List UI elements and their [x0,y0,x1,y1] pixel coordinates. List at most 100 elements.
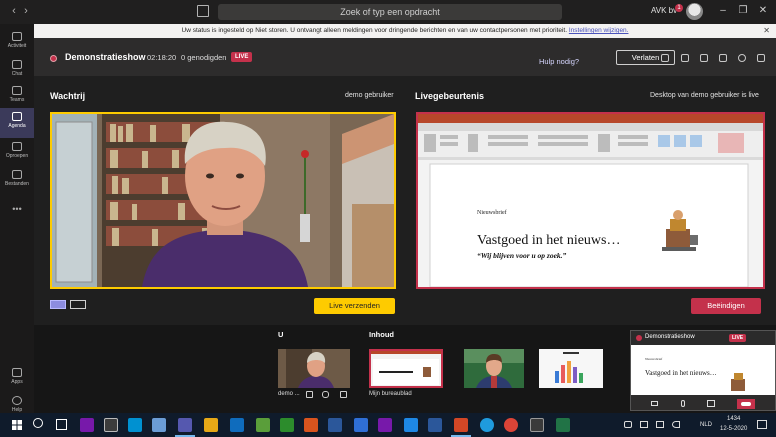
status-notification-bar: Uw status is ingesteld op Niet storen. U… [34,24,776,38]
desktop-thumbnail-caption: Mijn bureaublad [369,391,412,397]
remote-desktop-icon[interactable] [152,418,166,432]
participant-thumbnail[interactable] [464,349,524,388]
send-live-button[interactable]: Live verzenden [314,298,395,314]
window-app-icon[interactable] [530,418,544,432]
status-message: Uw status is ingesteld op Niet storen. U… [181,27,568,34]
calculator-icon[interactable] [280,418,294,432]
rail-item-apps[interactable]: Apps [0,364,34,394]
excel-icon[interactable] [556,418,570,432]
help-icon [12,396,22,405]
battery-icon[interactable] [656,421,664,428]
microphone-icon[interactable] [322,391,329,398]
store-icon[interactable] [128,418,142,432]
org-switcher[interactable]: AVK bv [651,6,677,15]
chrome-icon[interactable] [504,418,518,432]
input-language[interactable]: NLD [700,422,712,428]
apps-icon [12,368,22,377]
camera-icon[interactable] [306,391,313,398]
queue-video-feed[interactable] [50,112,396,289]
rail-item-files[interactable]: Bestanden [0,166,34,196]
live-badge: LIVE [231,52,253,62]
minimize-icon[interactable]: – [716,4,730,18]
slide-title: Vastgoed in het nieuws… [477,233,621,248]
mail-icon[interactable] [404,418,418,432]
windows-start-icon[interactable] [12,420,22,430]
preview-share-icon[interactable] [707,400,715,407]
clock-date[interactable]: 12-5-2020 [720,426,747,432]
participants-icon[interactable] [719,54,727,62]
end-event-button[interactable]: Beëindigen [691,298,761,314]
windows-taskbar: NLD 1434 12-5-2020 [0,413,776,437]
close-icon[interactable]: ✕ [756,4,770,18]
word-icon[interactable] [428,418,442,432]
chat-icon [12,60,22,69]
preview-camera-icon[interactable] [651,401,658,406]
preview-title: Demonstratieshow [645,334,695,340]
outlook-icon[interactable] [230,418,244,432]
elapsed-time: 02:18:20 [147,53,177,62]
onenote-2-icon[interactable] [378,418,392,432]
calendar-icon [12,112,22,121]
layout-single-button[interactable] [50,300,66,309]
recording-icon [50,55,57,62]
volume-icon[interactable] [672,421,680,428]
clock-time[interactable]: 1434 [727,416,740,422]
phone-icon [12,142,22,151]
live-event-status: Desktop van demo gebruiker is live [650,92,759,99]
onenote-icon[interactable] [80,418,94,432]
desktop-preview [371,351,441,386]
user-thumbnail[interactable] [278,349,350,388]
rail-item-calls[interactable]: Oproepen [0,138,34,168]
notes-icon[interactable] [681,54,689,62]
word-outline-icon[interactable] [328,418,342,432]
health-icon[interactable] [661,54,669,62]
close-icon[interactable]: ✕ [763,24,770,38]
broadcast-preview[interactable]: Demonstratieshow LIVE Nieuwsbrief Vastgo… [630,330,776,411]
powerpoint-icon[interactable] [451,418,471,437]
layout-side-by-side-button[interactable] [70,300,86,309]
help-link[interactable]: Hulp nodig? [539,57,579,66]
compose-icon[interactable] [197,5,209,17]
chart-slide-thumbnail[interactable] [539,349,603,388]
files-icon [12,170,22,179]
meeting-title: Demonstratieshow [65,52,146,62]
settings-icon[interactable] [738,54,746,62]
edge-icon[interactable] [480,418,494,432]
participants-label: U [278,330,284,339]
camera-app-icon[interactable] [304,418,318,432]
preview-microphone-icon[interactable] [681,400,685,407]
forward-arrow-icon[interactable]: › [18,5,34,17]
live-event-feed[interactable]: Nieuwsbrief Vastgoed in het nieuws… “Wij… [416,112,765,289]
user-thumbnail-caption: demo ... [278,391,300,397]
change-settings-link[interactable]: Instellingen wijzigen. [569,27,629,34]
participant-video [464,349,524,388]
chat-icon[interactable] [700,54,708,62]
explorer-icon[interactable] [104,418,118,432]
desktop-thumbnail[interactable] [369,349,443,388]
maximize-icon[interactable]: ❐ [736,4,750,18]
action-center-icon[interactable] [757,420,767,429]
task-view-icon[interactable] [56,419,67,430]
meeting-header: Demonstratieshow 02:18:20 0 genodigden L… [34,38,776,76]
rail-label: Activiteit [7,43,27,49]
bell-icon [12,32,22,41]
rail-item-calendar[interactable]: Agenda [0,108,34,138]
more-apps-icon[interactable]: ••• [0,204,34,214]
taskbar-search-icon[interactable] [33,418,43,428]
chart-slide-preview [539,349,603,388]
rail-label: Chat [11,71,23,77]
photos-icon[interactable] [256,418,270,432]
info-icon[interactable] [757,54,765,62]
teams-taskbar-icon[interactable] [175,418,195,437]
search-input[interactable]: Zoek of typ een opdracht [218,4,562,20]
queue-title: Wachtrij [50,91,86,101]
sticky-notes-icon[interactable] [204,418,218,432]
preview-hangup-icon[interactable] [741,402,751,406]
cloud-icon[interactable] [624,421,632,428]
rail-item-activity[interactable]: Activiteit [0,28,34,58]
network-icon[interactable] [640,421,648,428]
profile-avatar[interactable] [686,3,703,20]
preview-slide-label: Nieuwsbrief [645,357,663,361]
share-screen-icon[interactable] [340,391,347,398]
edge-legacy-icon[interactable] [354,418,368,432]
